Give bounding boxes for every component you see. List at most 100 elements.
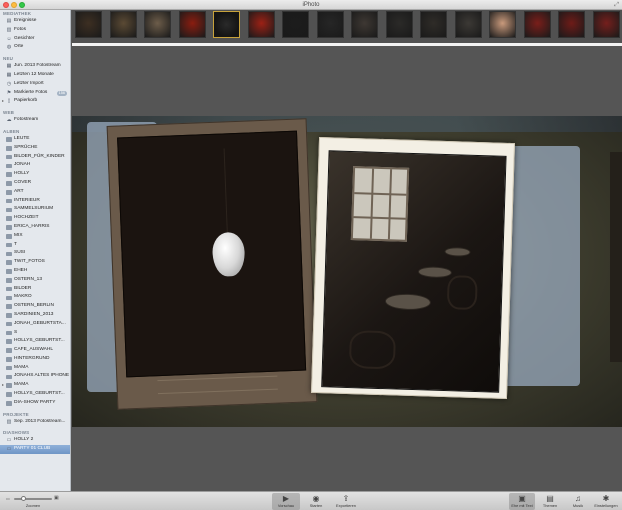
sidebar-item[interactable]: COVER bbox=[0, 179, 70, 188]
slideshow-preview-canvas[interactable] bbox=[72, 46, 622, 491]
sidebar-item[interactable]: HOLLYS_GEBURTST... bbox=[0, 337, 70, 346]
sidebar-item[interactable]: MIX bbox=[0, 232, 70, 241]
album-folder-icon bbox=[6, 260, 12, 265]
sidebar-item[interactable]: BILDER_FÜR_KINDER bbox=[0, 153, 70, 162]
filmstrip-thumbnail[interactable] bbox=[178, 11, 206, 38]
sidebar-item[interactable]: JONAH_GEBURTSTA... bbox=[0, 320, 70, 329]
sidebar-item[interactable]: ▭ PARTY 01 CLUB bbox=[0, 445, 70, 455]
sidebar-item[interactable]: JONAH bbox=[0, 161, 70, 170]
filmstrip-thumbnail[interactable] bbox=[592, 11, 620, 38]
sidebar-item-label: Fotostream bbox=[14, 117, 39, 123]
sidebar-section-header: MEDIATHEK bbox=[3, 11, 32, 16]
sidebar-item[interactable]: TWIT_FOTOS bbox=[0, 258, 70, 267]
filmstrip-thumbnail[interactable] bbox=[558, 11, 585, 38]
toolbar-button-label: Ehe mit Text bbox=[511, 503, 533, 508]
filmstrip-thumbnail[interactable] bbox=[247, 11, 275, 38]
sidebar-item[interactable]: ▭ HOLLY 2 bbox=[0, 436, 70, 445]
vorschau-button[interactable]: ▶ Vorschau bbox=[272, 493, 300, 510]
filmstrip-thumbnail[interactable] bbox=[282, 11, 309, 38]
import-icon: ◷ bbox=[6, 80, 12, 87]
photo-window bbox=[350, 166, 410, 242]
sidebar-item[interactable]: HOLLY bbox=[0, 170, 70, 179]
sidebar-item-label: MIX bbox=[14, 232, 23, 238]
sidebar-item[interactable]: ▤ Ereignisse bbox=[0, 17, 70, 26]
zoom-slider-knob[interactable] bbox=[20, 496, 26, 501]
filmstrip-thumbnail[interactable] bbox=[109, 11, 137, 38]
zoom-out-icon[interactable]: ▭ bbox=[6, 496, 10, 501]
sidebar-item-label: MAMA bbox=[14, 382, 29, 388]
sidebar-item[interactable]: HINTERGRUND bbox=[0, 355, 70, 364]
sidebar-item-label: Orte bbox=[14, 44, 24, 50]
sidebar-item[interactable]: CAFE_AUSWAHL bbox=[0, 346, 70, 355]
sidebar-item[interactable]: ▦ Jun. 2013 Fotostream bbox=[0, 62, 70, 71]
filmstrip-thumbnail[interactable] bbox=[454, 11, 482, 38]
sidebar-item-label: MAKRO bbox=[14, 294, 32, 300]
sidebar-item[interactable]: S bbox=[0, 329, 70, 338]
filmstrip-thumbnail[interactable] bbox=[523, 11, 551, 38]
filmstrip-thumbnail[interactable] bbox=[75, 11, 102, 38]
musik-button[interactable]: ♫ Musik bbox=[565, 493, 591, 510]
sidebar-item-label: Ereignisse bbox=[14, 18, 37, 23]
sidebar-item[interactable]: HOLLYS_GEBURTST... bbox=[0, 390, 70, 399]
album-folder-icon bbox=[6, 365, 12, 371]
sidebar-item[interactable]: T bbox=[0, 241, 70, 250]
filmstrip bbox=[72, 10, 622, 43]
sidebar-section-header: WEB bbox=[3, 110, 15, 116]
sidebar-item[interactable]: ERICA_HARRIS bbox=[0, 223, 70, 232]
filmstrip-thumbnail[interactable] bbox=[316, 11, 344, 38]
sidebar-item-label: ERICA_HARRIS bbox=[14, 223, 50, 229]
sidebar-item[interactable]: INTERIEUR bbox=[0, 197, 70, 206]
sidebar-item-label: LEUTE bbox=[14, 135, 30, 141]
zoom-in-icon[interactable]: ▣ bbox=[54, 495, 59, 501]
sidebar-item[interactable]: ⚑ Markierte Fotos 156 bbox=[0, 89, 70, 98]
sidebar-item-label: DIA-SHOW PARTY bbox=[14, 399, 56, 405]
sidebar-item[interactable]: SAMMELSURIUM bbox=[0, 205, 70, 214]
filmstrip-thumbnail[interactable] bbox=[385, 11, 413, 38]
sidebar-item[interactable]: ◷ Letzter Import bbox=[0, 80, 70, 89]
sidebar-item[interactable]: ▥ Fotos bbox=[0, 26, 70, 35]
zoom-slider-track[interactable] bbox=[14, 498, 52, 500]
exportieren-button[interactable]: ⇪ Exportieren bbox=[332, 493, 360, 510]
sidebar-item[interactable]: DIA-SHOW PARTY bbox=[0, 399, 70, 408]
fullscreen-icon[interactable]: ⤢ bbox=[614, 1, 619, 9]
einstellungen-button[interactable]: ✱ Einstellungen bbox=[593, 493, 619, 510]
sidebar-item[interactable]: LEUTE bbox=[0, 135, 70, 144]
filmstrip-thumbnail[interactable] bbox=[351, 11, 378, 38]
filmstrip-thumbnail[interactable] bbox=[489, 11, 516, 38]
bottom-toolbar: ▭ ▣ Zoomen ▶ Vorschau ◉ Starten ⇪ Exportieren… bbox=[0, 491, 622, 510]
sidebar-item[interactable]: ▸ ▯ Papierkorb bbox=[0, 97, 70, 106]
sidebar-item[interactable]: ▸ MAMA bbox=[0, 381, 70, 390]
sidebar-item[interactable]: SPRÜCHE bbox=[0, 144, 70, 153]
sidebar-item[interactable]: ☁ Fotostream bbox=[0, 116, 70, 125]
sidebar-section-header: DIASHOWS bbox=[3, 430, 30, 436]
sidebar-item-label: HOLLYS_GEBURTST... bbox=[14, 391, 65, 397]
sidebar-item[interactable]: MAKRO bbox=[0, 293, 70, 302]
filmstrip-thumbnail[interactable] bbox=[144, 11, 171, 38]
sidebar-item[interactable]: ▥ Sep. 2013 Fotostream... bbox=[0, 418, 70, 427]
sidebar-item[interactable]: BILDER bbox=[0, 285, 70, 294]
sidebar-item[interactable]: ◍ Orte bbox=[0, 43, 70, 52]
ehe-mit-text-button[interactable]: ▣ Ehe mit Text bbox=[509, 493, 535, 510]
sidebar-item[interactable]: OSTERN_13 bbox=[0, 276, 70, 285]
sidebar-item[interactable]: ▦ Letzten 12 Monate bbox=[0, 71, 70, 80]
sidebar-item-label: Sep. 2013 Fotostream... bbox=[14, 418, 66, 424]
disclosure-triangle-icon[interactable]: ▸ bbox=[2, 97, 4, 106]
filmstrip-thumbnail[interactable] bbox=[213, 11, 240, 38]
sidebar-item[interactable]: ☺ Gesichter bbox=[0, 35, 70, 44]
sidebar-item[interactable]: EHEH bbox=[0, 267, 70, 276]
album-folder-icon bbox=[6, 392, 12, 397]
starten-button[interactable]: ◉ Starten bbox=[302, 493, 330, 510]
sidebar-item[interactable]: ART bbox=[0, 188, 70, 197]
photo-egg bbox=[211, 231, 246, 277]
filmstrip-thumbnail[interactable] bbox=[420, 11, 447, 38]
sidebar-item[interactable]: HOCHZEIT bbox=[0, 214, 70, 223]
sidebar-item[interactable]: SUSI bbox=[0, 249, 70, 258]
album-folder-icon bbox=[6, 269, 12, 274]
themen-button[interactable]: ▤ Themen bbox=[537, 493, 563, 510]
sidebar-item[interactable]: JONAHS ALTES IPHONE bbox=[0, 372, 70, 381]
sidebar-item[interactable]: MAMA bbox=[0, 364, 70, 373]
disclosure-triangle-icon[interactable]: ▸ bbox=[2, 381, 4, 390]
album-folder-icon bbox=[6, 251, 12, 257]
sidebar-item[interactable]: SARDINIEN_2013 bbox=[0, 311, 70, 320]
sidebar-item[interactable]: OSTERN_BERLIN bbox=[0, 302, 70, 311]
